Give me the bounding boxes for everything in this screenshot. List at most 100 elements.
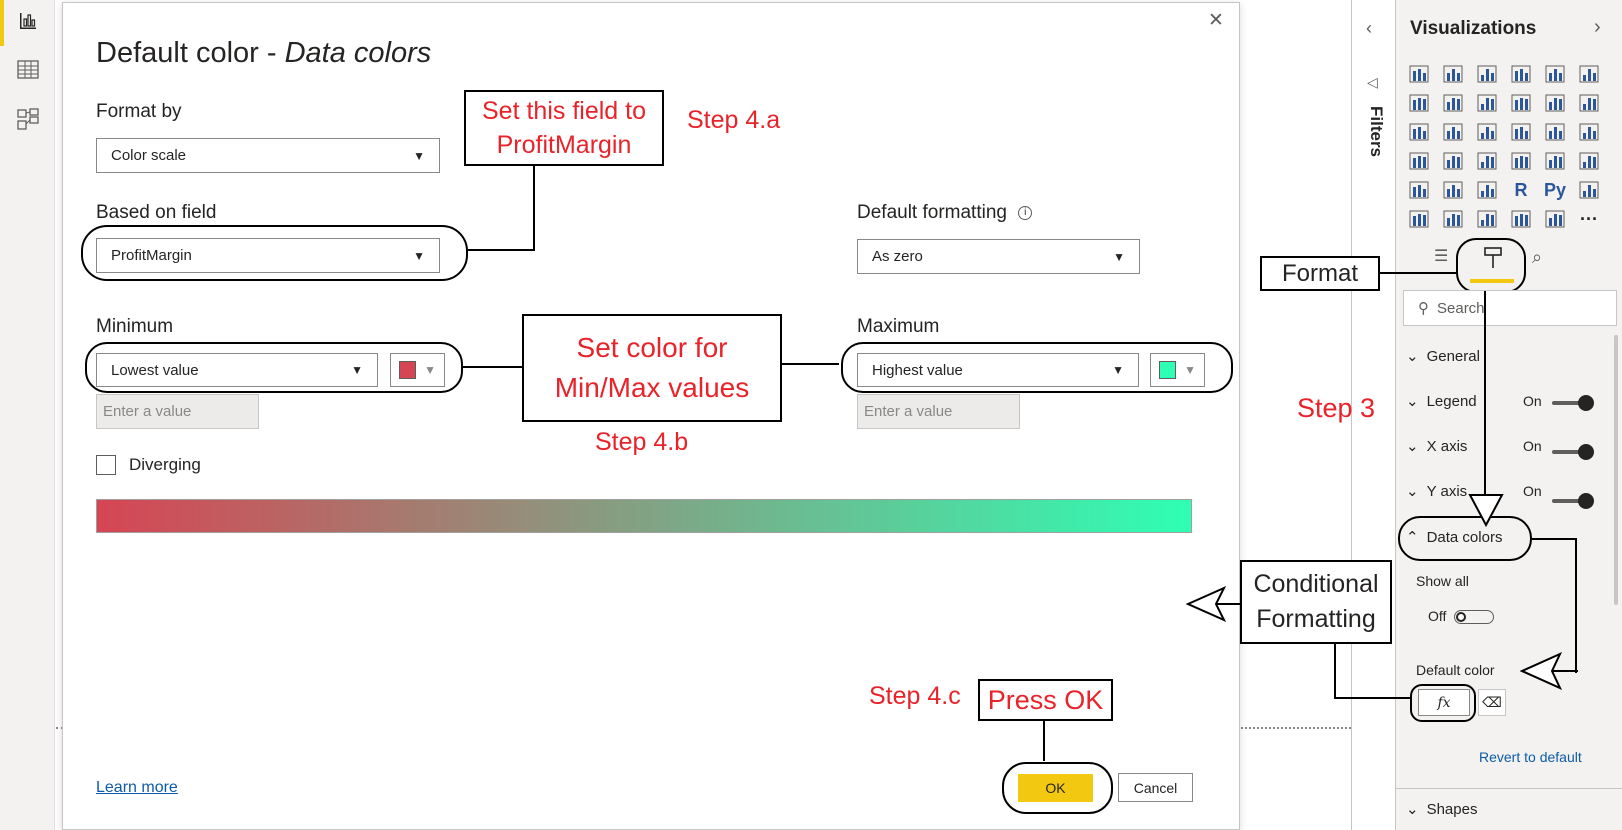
format-tab-underline [1470,279,1514,283]
chevron-down-icon: ▼ [413,148,425,163]
report-view-icon[interactable] [15,8,41,34]
connector-line [1532,538,1577,540]
section-data-colors[interactable]: ⌃ Data colors [1406,528,1502,547]
maximum-value: Highest value [872,361,963,379]
format-tab-highlight [1456,238,1526,293]
model-view-icon[interactable] [15,106,41,132]
eraser-icon[interactable]: ⌫ [1478,689,1506,716]
section-y-axis[interactable]: ⌄ Y axis [1406,482,1467,501]
visual-type-r[interactable]: R [1508,178,1534,202]
fx-conditional-format-button[interactable]: fx [1418,689,1470,716]
visual-type-more[interactable]: ··· [1576,207,1602,231]
maximum-select[interactable]: Highest value ▼ [857,353,1139,387]
visual-type-icon[interactable] [1406,178,1432,202]
filters-label: Filters [1367,106,1386,158]
minimum-color-swatch [399,361,417,379]
fields-tab-icon[interactable]: ☰ [1434,246,1448,266]
chevron-down-icon: ▼ [1184,363,1196,377]
x-axis-toggle[interactable] [1552,444,1594,460]
visual-type-icon[interactable] [1508,91,1534,115]
visual-type-icon[interactable] [1508,149,1534,173]
close-icon[interactable]: ✕ [1208,9,1224,32]
visual-type-icon[interactable] [1406,120,1432,144]
toggle-knob [1578,493,1594,509]
visual-type-icon[interactable] [1576,62,1602,86]
search-icon: ⚲ [1418,300,1429,317]
visual-type-icon[interactable] [1576,149,1602,173]
annotation-step-4b: Step 4.b [595,428,689,456]
visual-type-icon[interactable] [1406,149,1432,173]
cancel-button[interactable]: Cancel [1118,773,1193,802]
chevron-down-icon: ▼ [413,248,425,263]
section-x-axis-label: X axis [1426,437,1468,455]
info-icon[interactable]: i [1018,205,1033,220]
default-color-label: Default color [1416,662,1495,678]
visual-type-icon[interactable] [1474,178,1500,202]
chevron-right-icon[interactable]: › [1594,16,1601,39]
section-legend[interactable]: ⌄ Legend [1406,392,1477,411]
legend-toggle[interactable] [1552,395,1594,411]
visual-type-icon[interactable] [1440,178,1466,202]
maximum-value-input[interactable]: Enter a value [857,394,1020,429]
minimum-value-input[interactable]: Enter a value [96,394,259,429]
visual-type-icon[interactable] [1440,120,1466,144]
format-by-select[interactable]: Color scale ▼ [96,138,440,173]
visual-type-icon[interactable] [1576,178,1602,202]
visual-type-icon[interactable] [1542,149,1568,173]
chevron-left-icon[interactable]: ‹ [1366,18,1372,39]
visual-type-icon[interactable] [1440,149,1466,173]
annotation-set-field-line1: Set this field to [482,97,646,125]
visual-type-icon[interactable] [1406,207,1432,231]
visual-type-icon[interactable] [1542,62,1568,86]
connector-line [533,166,535,251]
visual-type-icon[interactable] [1474,62,1500,86]
minimum-select[interactable]: Lowest value ▼ [96,353,378,387]
visual-type-icon[interactable] [1474,149,1500,173]
section-shapes[interactable]: ⌄ Shapes [1406,800,1478,819]
toggle-knob [1578,444,1594,460]
y-axis-toggle[interactable] [1552,493,1594,509]
data-view-icon[interactable] [15,57,41,83]
color-scale-gradient [96,499,1192,533]
visual-type-icon[interactable] [1440,207,1466,231]
visual-type-icon[interactable] [1474,120,1500,144]
annotation-press-ok: Press OK [978,679,1113,721]
annotation-set-color-line2: Min/Max values [554,372,750,403]
visual-type-py[interactable]: Py [1542,178,1568,202]
default-formatting-select[interactable]: As zero ▼ [857,239,1140,274]
visual-type-icon[interactable] [1576,120,1602,144]
revert-to-default-link[interactable]: Revert to default [1479,749,1582,765]
section-shapes-label: Shapes [1426,800,1478,818]
visual-type-icon[interactable] [1474,207,1500,231]
divider [1396,788,1622,789]
visual-type-icon[interactable] [1508,207,1534,231]
visual-type-gallery: R Py ··· [1406,62,1611,242]
learn-more-link[interactable]: Learn more [96,779,178,797]
dialog-title-italic: Data colors [284,37,432,69]
connector-line [782,363,839,365]
analytics-tab-icon[interactable]: ⌕ [1532,247,1542,268]
visual-type-icon[interactable] [1440,91,1466,115]
scrollbar[interactable] [1614,335,1618,605]
visual-type-icon[interactable] [1406,91,1432,115]
visual-type-icon[interactable] [1406,62,1432,86]
section-x-axis[interactable]: ⌄ X axis [1406,437,1468,456]
visual-type-icon[interactable] [1542,91,1568,115]
visual-type-icon[interactable] [1508,120,1534,144]
filter-icon: ◁ [1367,74,1378,90]
section-general[interactable]: ⌄ General [1406,347,1480,366]
minimum-color-picker[interactable]: ▼ [390,353,445,387]
show-all-toggle[interactable] [1454,610,1494,624]
visual-type-icon[interactable] [1440,62,1466,86]
visual-type-icon[interactable] [1508,62,1534,86]
chevron-down-icon: ⌄ [1406,348,1419,365]
format-search-input[interactable]: ⚲ Search [1403,290,1617,326]
diverging-checkbox[interactable] [96,455,116,475]
visual-type-icon[interactable] [1474,91,1500,115]
visual-type-icon[interactable] [1542,207,1568,231]
visual-type-icon[interactable] [1542,120,1568,144]
visual-type-icon[interactable] [1576,91,1602,115]
based-on-field-select[interactable]: ProfitMargin ▼ [96,238,440,273]
ok-button[interactable]: OK [1018,774,1093,802]
maximum-color-picker[interactable]: ▼ [1150,353,1205,387]
